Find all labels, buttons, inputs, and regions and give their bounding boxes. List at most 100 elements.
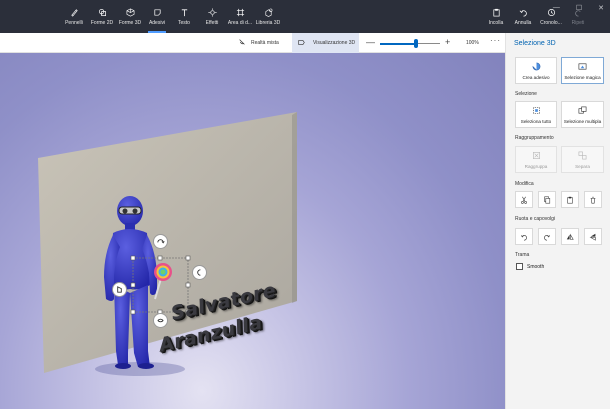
flip-vertical-icon (589, 233, 596, 241)
flip-vertical-button[interactable] (584, 228, 602, 245)
tile-label: Selezione magica (564, 74, 601, 80)
brush-icon (69, 8, 79, 18)
zoom-value: 100% (466, 40, 479, 46)
tool-brushes[interactable]: Pennelli (62, 0, 86, 33)
undo-button[interactable]: Annulla (512, 0, 534, 33)
tool-label: Cronolo... (540, 19, 562, 26)
tool-label: Effetti (205, 19, 219, 26)
multi-select-icon (578, 106, 588, 116)
rotate-right-button[interactable] (538, 228, 556, 245)
view-bar: Realtà mista Visualizzazione 3D — + 100%… (0, 33, 505, 53)
rotate-icon (157, 239, 165, 244)
make-sticker-button[interactable]: Crea adesivo (515, 57, 557, 84)
scissors-icon (521, 196, 527, 204)
paste-panel-button[interactable] (561, 191, 579, 208)
zoom-out-button[interactable]: — (366, 38, 375, 47)
texture-section-label: Trama (515, 252, 530, 258)
library-3d-icon (263, 8, 273, 18)
selection-3d-panel: Selezione 3D Crea adesivo Selezione magi… (505, 33, 610, 409)
tile-label: Seleziona tutto (520, 118, 552, 124)
copy-icon (544, 196, 551, 203)
cube-3d-icon (125, 8, 135, 18)
more-options-button[interactable]: ··· (490, 36, 501, 45)
depth-icon (157, 318, 164, 323)
tile-label: Raggruppa (524, 163, 548, 169)
magic-select-icon (578, 62, 588, 72)
zoom-slider-thumb[interactable] (414, 39, 418, 48)
smooth-label: Smooth (527, 264, 545, 270)
rotate-icon (197, 269, 201, 276)
text-icon (179, 8, 189, 18)
group-icon (531, 151, 541, 161)
magic-select-button[interactable]: Selezione magica (561, 57, 604, 84)
canvas-3d[interactable]: Salvatore Aranzulla (0, 53, 505, 409)
rotate-z-handle[interactable] (112, 282, 127, 297)
rotate-x-handle[interactable] (153, 234, 168, 249)
canvas-icon (235, 8, 245, 18)
rotate-left-button[interactable] (515, 228, 533, 245)
flip-horizontal-icon (566, 233, 574, 240)
tool-stickers[interactable]: Adesivi (145, 0, 169, 33)
scene-graphic (38, 112, 297, 376)
multi-select-button[interactable]: Selezione multipla (561, 101, 604, 128)
maximize-button[interactable]: ☐ (576, 4, 582, 12)
mixed-reality-label: Realtà mista (251, 40, 279, 46)
top-toolbar: Pennelli Forme 2D Forme 3D Adesivi Testo… (0, 0, 610, 33)
tool-shapes-3d[interactable]: Forme 3D (117, 0, 143, 33)
rotate-y-handle[interactable] (192, 265, 207, 280)
selection-section-label: Selezione (515, 91, 537, 97)
tool-label: Adesivi (148, 19, 166, 26)
tool-label: Libreria 3D (255, 19, 281, 26)
mixed-reality-icon (238, 38, 246, 48)
smooth-checkbox[interactable] (516, 263, 523, 270)
group-button[interactable]: Raggruppa (515, 146, 557, 173)
ungroup-icon (578, 151, 588, 161)
delete-button[interactable] (584, 191, 602, 208)
tool-label: Pennelli (65, 19, 83, 26)
panel-title: Selezione 3D (514, 40, 556, 47)
zoom-slider-fill (380, 42, 416, 45)
tile-label: Separa (575, 163, 590, 169)
tool-label: Annulla (514, 19, 532, 26)
tool-label: Area di d... (227, 19, 253, 26)
mixed-reality-button[interactable]: Realtà mista (238, 33, 279, 53)
zoom-slider[interactable] (380, 39, 440, 48)
view-3d-button[interactable]: Visualizzazione 3D (292, 33, 359, 53)
view-3d-icon (298, 39, 305, 48)
make-sticker-icon (531, 62, 541, 72)
effects-icon (207, 8, 217, 18)
ungroup-button[interactable]: Separa (561, 146, 604, 173)
close-button[interactable]: ✕ (598, 4, 604, 12)
depth-handle[interactable] (153, 313, 168, 328)
tool-label: Incolla (488, 19, 504, 26)
tool-canvas[interactable]: Area di d... (226, 0, 254, 33)
zoom-in-button[interactable]: + (445, 38, 450, 47)
flip-horizontal-button[interactable] (561, 228, 579, 245)
sticker-icon (152, 8, 162, 18)
tool-label: Forme 2D (90, 19, 114, 26)
rotate-section-label: Ruota e capovolgi (515, 216, 556, 222)
tool-effects[interactable]: Effetti (200, 0, 224, 33)
trash-icon (590, 196, 596, 203)
tile-label: Selezione multipla (563, 118, 602, 124)
tool-label: Forme 3D (118, 19, 142, 26)
tool-label: Ripeti (571, 19, 585, 26)
shapes-2d-icon (97, 8, 107, 18)
rotate-left-icon (520, 234, 527, 241)
tile-label: Crea adesivo (522, 74, 550, 80)
edit-section-label: Modifica (515, 181, 534, 187)
copy-button[interactable] (538, 191, 556, 208)
select-all-button[interactable]: Seleziona tutto (515, 101, 557, 128)
cut-button[interactable] (515, 191, 533, 208)
tool-text[interactable]: Testo (173, 0, 195, 33)
tool-label: Testo (178, 19, 190, 26)
rotate-right-icon (544, 234, 551, 241)
view-3d-label: Visualizzazione 3D (313, 40, 356, 46)
minimize-button[interactable]: — (553, 4, 560, 12)
paste-icon (567, 196, 573, 203)
tool-library-3d[interactable]: Libreria 3D (254, 0, 282, 33)
paste-button[interactable]: Incolla (486, 0, 506, 33)
tool-shapes-2d[interactable]: Forme 2D (89, 0, 115, 33)
select-all-icon (531, 106, 541, 116)
undo-icon (518, 8, 528, 18)
